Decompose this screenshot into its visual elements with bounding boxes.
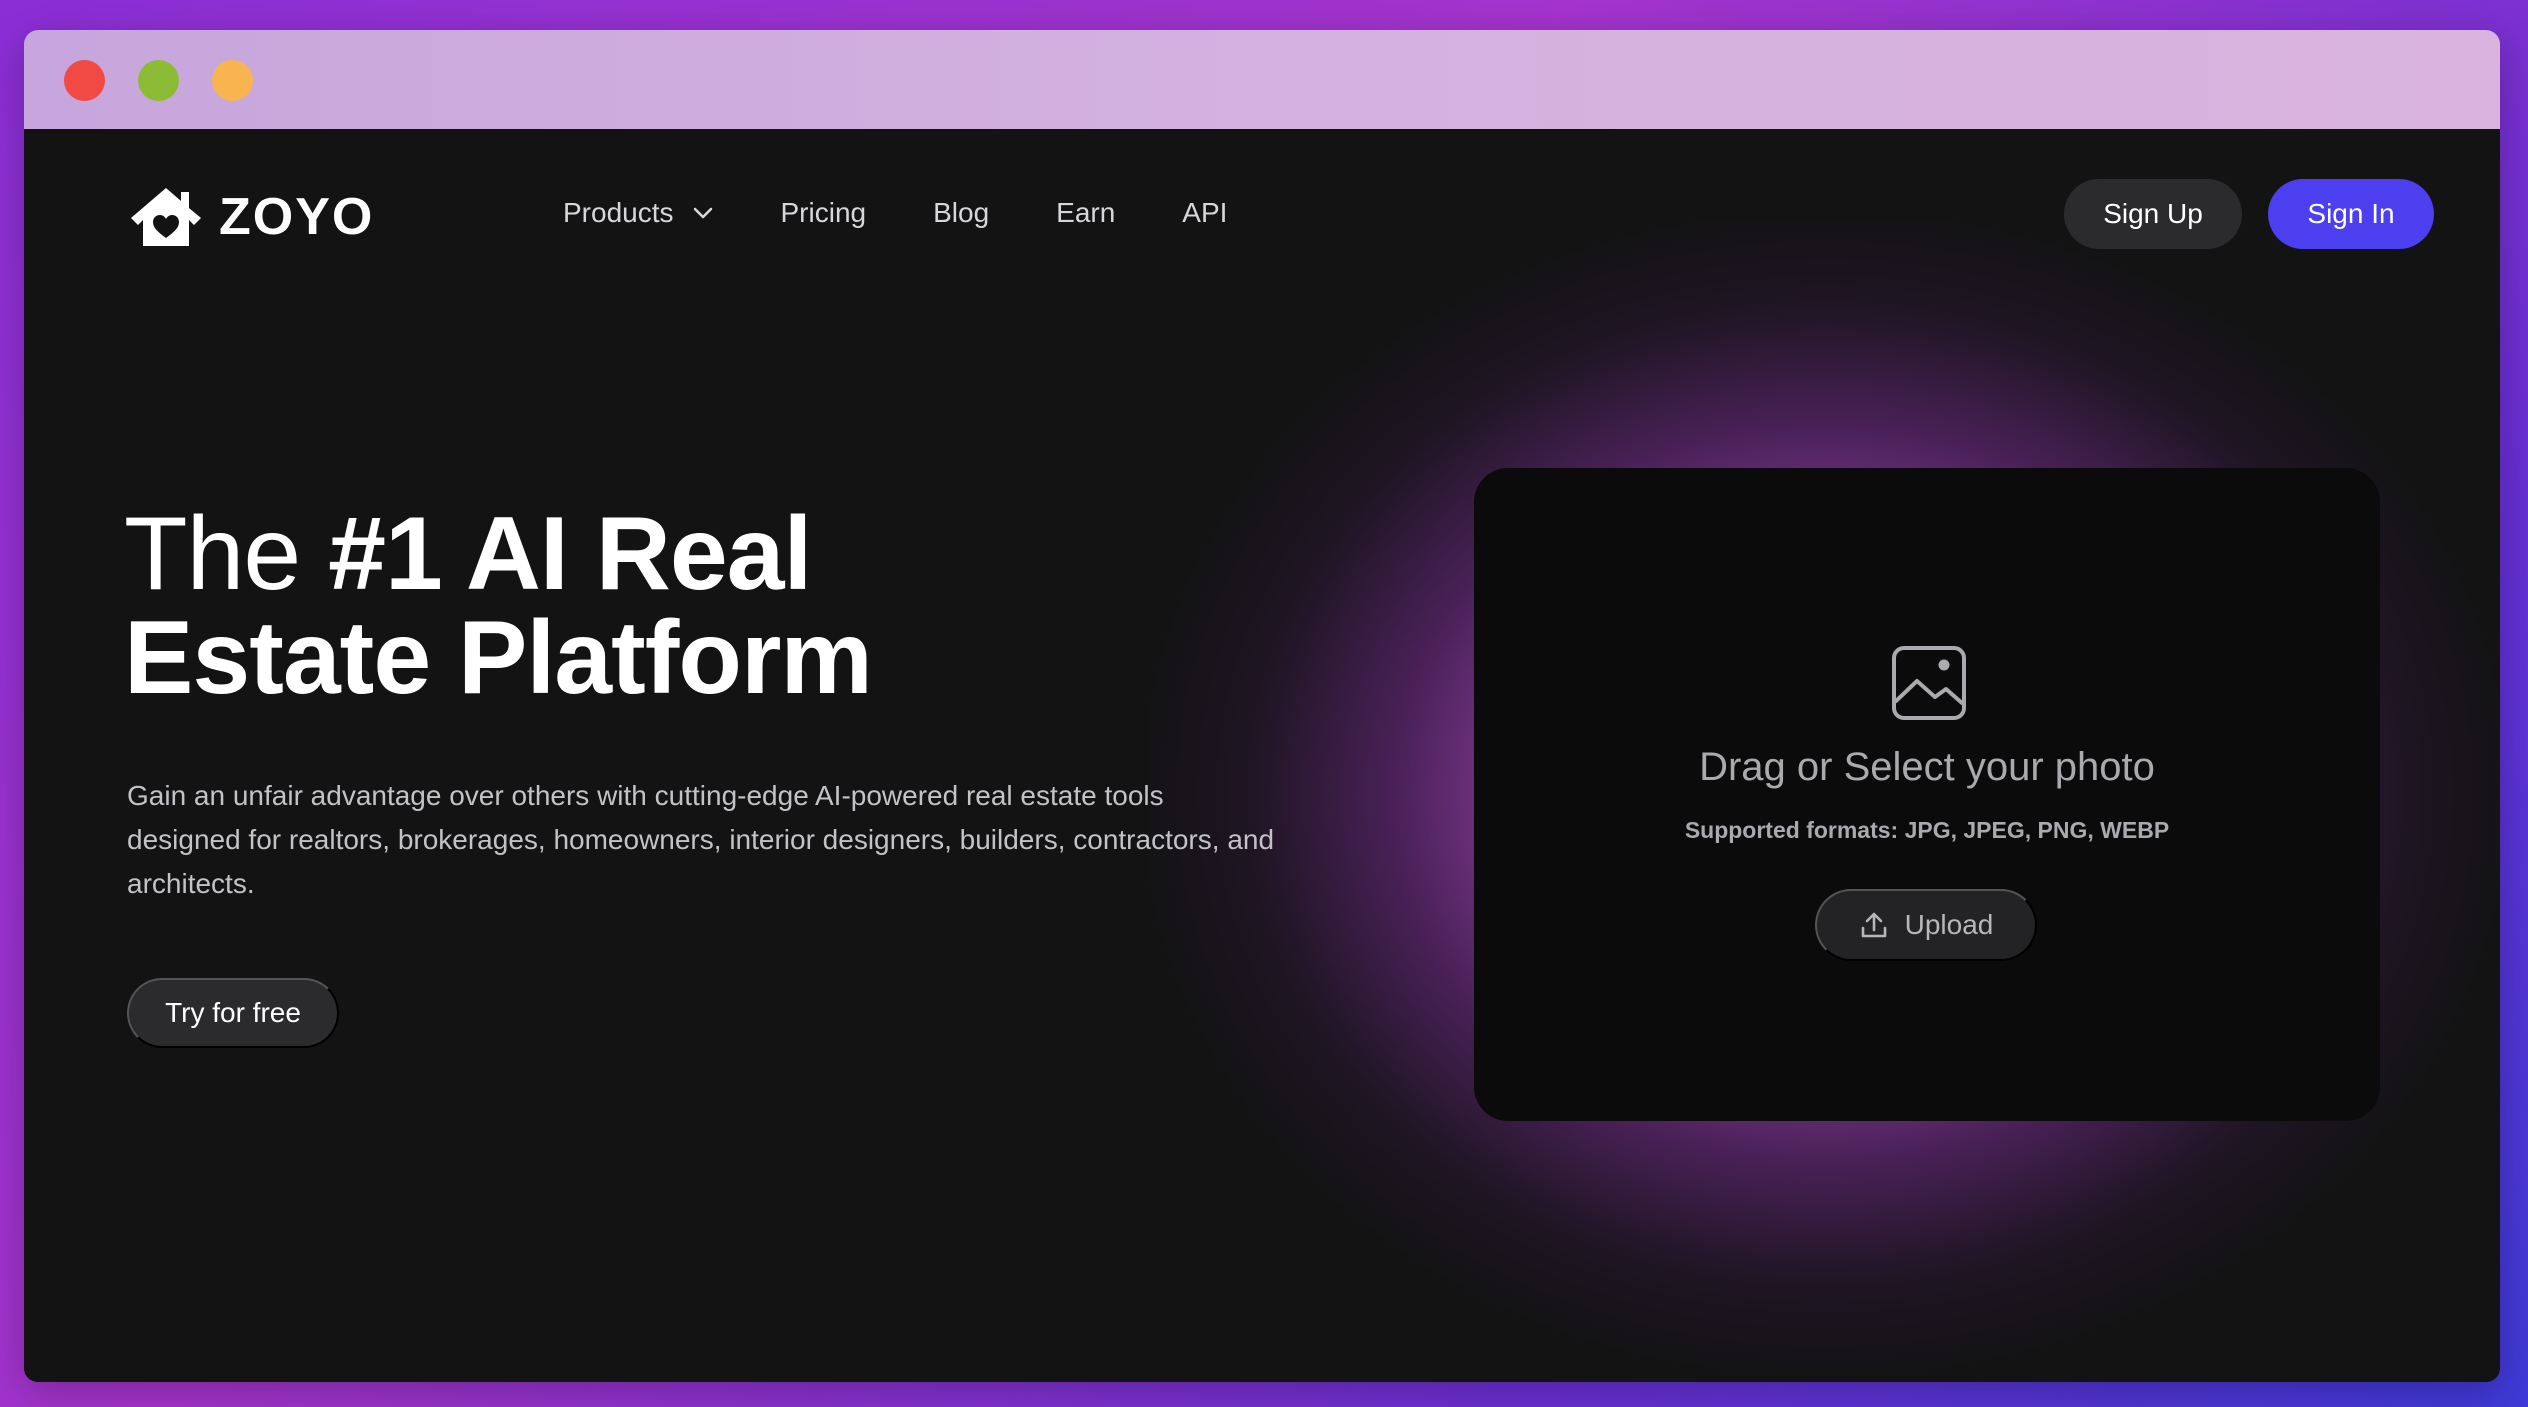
hero-title-bold-1: #1 AI Real xyxy=(328,496,812,612)
nav-item-label: Blog xyxy=(933,197,990,228)
hero-subtitle: Gain an unfair advantage over others wit… xyxy=(127,780,1275,899)
nav-item-label: Earn xyxy=(1056,197,1116,228)
hero-title-light: The xyxy=(124,496,329,612)
hero-title-bold-2: Estate Platform xyxy=(124,600,873,716)
nav-item-pricing[interactable]: Pricing xyxy=(781,197,867,229)
house-heart-icon xyxy=(131,188,201,246)
upload-icon xyxy=(1861,912,1886,938)
upload-dropzone[interactable]: Drag or Select your photo Supported form… xyxy=(1474,468,2380,1121)
chevron-down-icon xyxy=(693,207,712,219)
landing-page: ZOYO Products Pricing Blog Earn API Sign xyxy=(24,129,2500,1382)
browser-window: ZOYO Products Pricing Blog Earn API Sign xyxy=(24,30,2500,1382)
dropzone-title: Drag or Select your photo xyxy=(1699,745,2155,789)
minimize-window-button[interactable] xyxy=(138,60,179,101)
hero-title: The #1 AI Real Estate Platform xyxy=(124,502,1124,710)
nav-item-api[interactable]: API xyxy=(1182,197,1227,229)
try-for-free-button[interactable]: Try for free xyxy=(127,978,339,1048)
sign-in-button[interactable]: Sign In xyxy=(2268,179,2434,249)
sign-up-button[interactable]: Sign Up xyxy=(2064,179,2242,249)
close-window-button[interactable] xyxy=(64,60,105,101)
nav-item-products[interactable]: Products xyxy=(563,197,714,229)
image-icon xyxy=(1892,646,1966,720)
window-titlebar xyxy=(24,30,2500,129)
nav-item-earn[interactable]: Earn xyxy=(1056,197,1115,229)
upload-button[interactable]: Upload xyxy=(1815,889,2037,961)
nav-item-label: API xyxy=(1182,197,1228,228)
brand-logo[interactable]: ZOYO xyxy=(127,184,374,250)
maximize-window-button[interactable] xyxy=(212,60,253,101)
supported-formats: Supported formats: JPG, JPEG, PNG, WEBP xyxy=(1684,817,2170,843)
upload-button-label: Upload xyxy=(1904,909,1994,940)
main-nav: Products Pricing Blog Earn API xyxy=(563,197,1294,229)
brand-name: ZOYO xyxy=(219,188,375,246)
nav-item-label: Products xyxy=(563,197,674,228)
nav-item-label: Pricing xyxy=(780,197,867,228)
nav-item-blog[interactable]: Blog xyxy=(933,197,989,229)
